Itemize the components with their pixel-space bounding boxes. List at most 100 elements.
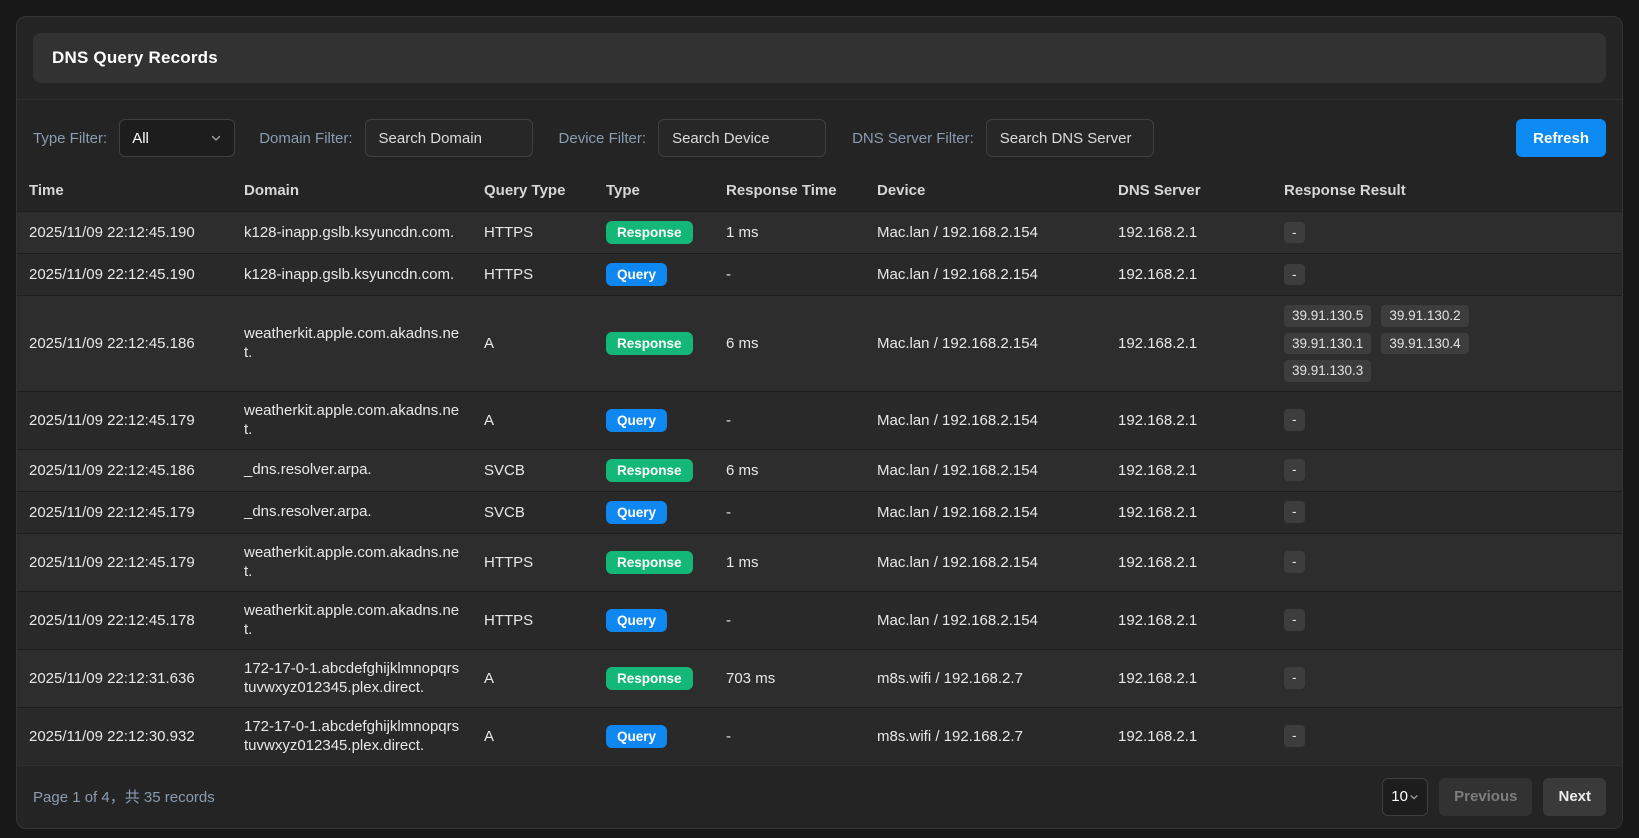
panel-header: DNS Query Records bbox=[17, 17, 1622, 100]
table-row[interactable]: 2025/11/09 22:12:45.190 k128-inapp.gslb.… bbox=[17, 212, 1622, 254]
refresh-button[interactable]: Refresh bbox=[1516, 119, 1606, 157]
cell-dns-server: 192.168.2.1 bbox=[1106, 591, 1272, 649]
cell-response-result: - bbox=[1272, 391, 1622, 449]
table-row[interactable]: 2025/11/09 22:12:45.186 _dns.resolver.ar… bbox=[17, 449, 1622, 491]
device-filter-input[interactable] bbox=[658, 119, 826, 157]
page-summary: Page 1 of 4，共 35 records bbox=[33, 786, 215, 807]
cell-response-result: - bbox=[1272, 591, 1622, 649]
cell-query-type: A bbox=[472, 391, 594, 449]
result-badges: - bbox=[1284, 667, 1502, 689]
cell-type: Response bbox=[594, 533, 714, 591]
dns-records-panel: DNS Query Records Type Filter: All Domai… bbox=[16, 16, 1623, 829]
result-badge: - bbox=[1284, 609, 1305, 631]
cell-device: Mac.lan / 192.168.2.154 bbox=[865, 296, 1106, 392]
cell-dns-server: 192.168.2.1 bbox=[1106, 707, 1272, 765]
page-size-value: 10 bbox=[1391, 788, 1408, 805]
cell-time: 2025/11/09 22:12:31.636 bbox=[17, 649, 232, 707]
cell-query-type: HTTPS bbox=[472, 591, 594, 649]
cell-type: Query bbox=[594, 391, 714, 449]
result-badge: 39.91.130.2 bbox=[1381, 305, 1468, 327]
cell-response-time: - bbox=[714, 491, 865, 533]
previous-page-button[interactable]: Previous bbox=[1439, 778, 1532, 816]
cell-domain: k128-inapp.gslb.ksyuncdn.com. bbox=[232, 212, 472, 254]
page-title: DNS Query Records bbox=[52, 48, 218, 67]
dns-server-filter-input[interactable] bbox=[986, 119, 1154, 157]
page-size-select[interactable]: 10 bbox=[1382, 778, 1428, 816]
cell-type: Query bbox=[594, 707, 714, 765]
result-badges: - bbox=[1284, 264, 1502, 286]
cell-response-result: - bbox=[1272, 449, 1622, 491]
result-badge: - bbox=[1284, 501, 1305, 523]
cell-response-result: - bbox=[1272, 649, 1622, 707]
cell-domain: k128-inapp.gslb.ksyuncdn.com. bbox=[232, 254, 472, 296]
cell-response-time: - bbox=[714, 254, 865, 296]
type-filter-label: Type Filter: bbox=[33, 130, 107, 147]
cell-domain: weatherkit.apple.com.akadns.net. bbox=[232, 533, 472, 591]
cell-dns-server: 192.168.2.1 bbox=[1106, 491, 1272, 533]
pagination-footer: Page 1 of 4，共 35 records 10 Previous Nex… bbox=[17, 765, 1622, 828]
cell-domain: weatherkit.apple.com.akadns.net. bbox=[232, 591, 472, 649]
table-row[interactable]: 2025/11/09 22:12:31.636 172-17-0-1.abcde… bbox=[17, 649, 1622, 707]
cell-query-type: HTTPS bbox=[472, 212, 594, 254]
result-badge: - bbox=[1284, 264, 1305, 286]
table-row[interactable]: 2025/11/09 22:12:45.179 weatherkit.apple… bbox=[17, 533, 1622, 591]
cell-query-type: SVCB bbox=[472, 491, 594, 533]
cell-device: m8s.wifi / 192.168.2.7 bbox=[865, 649, 1106, 707]
table-row[interactable]: 2025/11/09 22:12:45.179 _dns.resolver.ar… bbox=[17, 491, 1622, 533]
cell-device: Mac.lan / 192.168.2.154 bbox=[865, 533, 1106, 591]
cell-time: 2025/11/09 22:12:30.932 bbox=[17, 707, 232, 765]
table-row[interactable]: 2025/11/09 22:12:30.932 172-17-0-1.abcde… bbox=[17, 707, 1622, 765]
table-row[interactable]: 2025/11/09 22:12:45.178 weatherkit.apple… bbox=[17, 591, 1622, 649]
col-header-time: Time bbox=[17, 172, 232, 212]
cell-response-time: - bbox=[714, 391, 865, 449]
result-badges: 39.91.130.539.91.130.239.91.130.139.91.1… bbox=[1284, 305, 1502, 382]
cell-dns-server: 192.168.2.1 bbox=[1106, 212, 1272, 254]
table-row[interactable]: 2025/11/09 22:12:45.186 weatherkit.apple… bbox=[17, 296, 1622, 392]
cell-query-type: A bbox=[472, 296, 594, 392]
result-badge: - bbox=[1284, 409, 1305, 431]
cell-response-result: - bbox=[1272, 533, 1622, 591]
cell-dns-server: 192.168.2.1 bbox=[1106, 649, 1272, 707]
type-badge: Response bbox=[606, 332, 693, 355]
result-badges: - bbox=[1284, 501, 1502, 523]
col-header-domain: Domain bbox=[232, 172, 472, 212]
pager-controls: 10 Previous Next bbox=[1382, 778, 1606, 816]
cell-response-time: 1 ms bbox=[714, 212, 865, 254]
type-badge: Response bbox=[606, 551, 693, 574]
cell-domain: weatherkit.apple.com.akadns.net. bbox=[232, 296, 472, 392]
type-badge: Query bbox=[606, 409, 667, 432]
table-row[interactable]: 2025/11/09 22:12:45.179 weatherkit.apple… bbox=[17, 391, 1622, 449]
cell-time: 2025/11/09 22:12:45.190 bbox=[17, 254, 232, 296]
cell-dns-server: 192.168.2.1 bbox=[1106, 391, 1272, 449]
result-badge: 39.91.130.4 bbox=[1381, 333, 1468, 355]
device-filter-label: Device Filter: bbox=[559, 130, 647, 147]
type-badge: Query bbox=[606, 501, 667, 524]
result-badge: - bbox=[1284, 725, 1305, 747]
cell-dns-server: 192.168.2.1 bbox=[1106, 254, 1272, 296]
type-badge: Query bbox=[606, 609, 667, 632]
cell-response-time: 6 ms bbox=[714, 449, 865, 491]
title-bar: DNS Query Records bbox=[33, 33, 1606, 83]
result-badges: - bbox=[1284, 459, 1502, 481]
result-badge: - bbox=[1284, 551, 1305, 573]
cell-response-result: - bbox=[1272, 491, 1622, 533]
dns-records-table: Time Domain Query Type Type Response Tim… bbox=[17, 172, 1622, 765]
type-badge: Query bbox=[606, 263, 667, 286]
cell-dns-server: 192.168.2.1 bbox=[1106, 449, 1272, 491]
cell-response-result: - bbox=[1272, 254, 1622, 296]
domain-filter-input[interactable] bbox=[365, 119, 533, 157]
cell-query-type: A bbox=[472, 707, 594, 765]
result-badge: - bbox=[1284, 667, 1305, 689]
cell-query-type: SVCB bbox=[472, 449, 594, 491]
cell-device: Mac.lan / 192.168.2.154 bbox=[865, 391, 1106, 449]
cell-type: Response bbox=[594, 296, 714, 392]
cell-query-type: HTTPS bbox=[472, 254, 594, 296]
cell-type: Response bbox=[594, 649, 714, 707]
cell-device: Mac.lan / 192.168.2.154 bbox=[865, 449, 1106, 491]
col-header-response-result: Response Result bbox=[1272, 172, 1622, 212]
cell-type: Query bbox=[594, 491, 714, 533]
table-row[interactable]: 2025/11/09 22:12:45.190 k128-inapp.gslb.… bbox=[17, 254, 1622, 296]
col-header-response-time: Response Time bbox=[714, 172, 865, 212]
type-filter-select[interactable]: All bbox=[119, 119, 235, 157]
next-page-button[interactable]: Next bbox=[1543, 778, 1606, 816]
